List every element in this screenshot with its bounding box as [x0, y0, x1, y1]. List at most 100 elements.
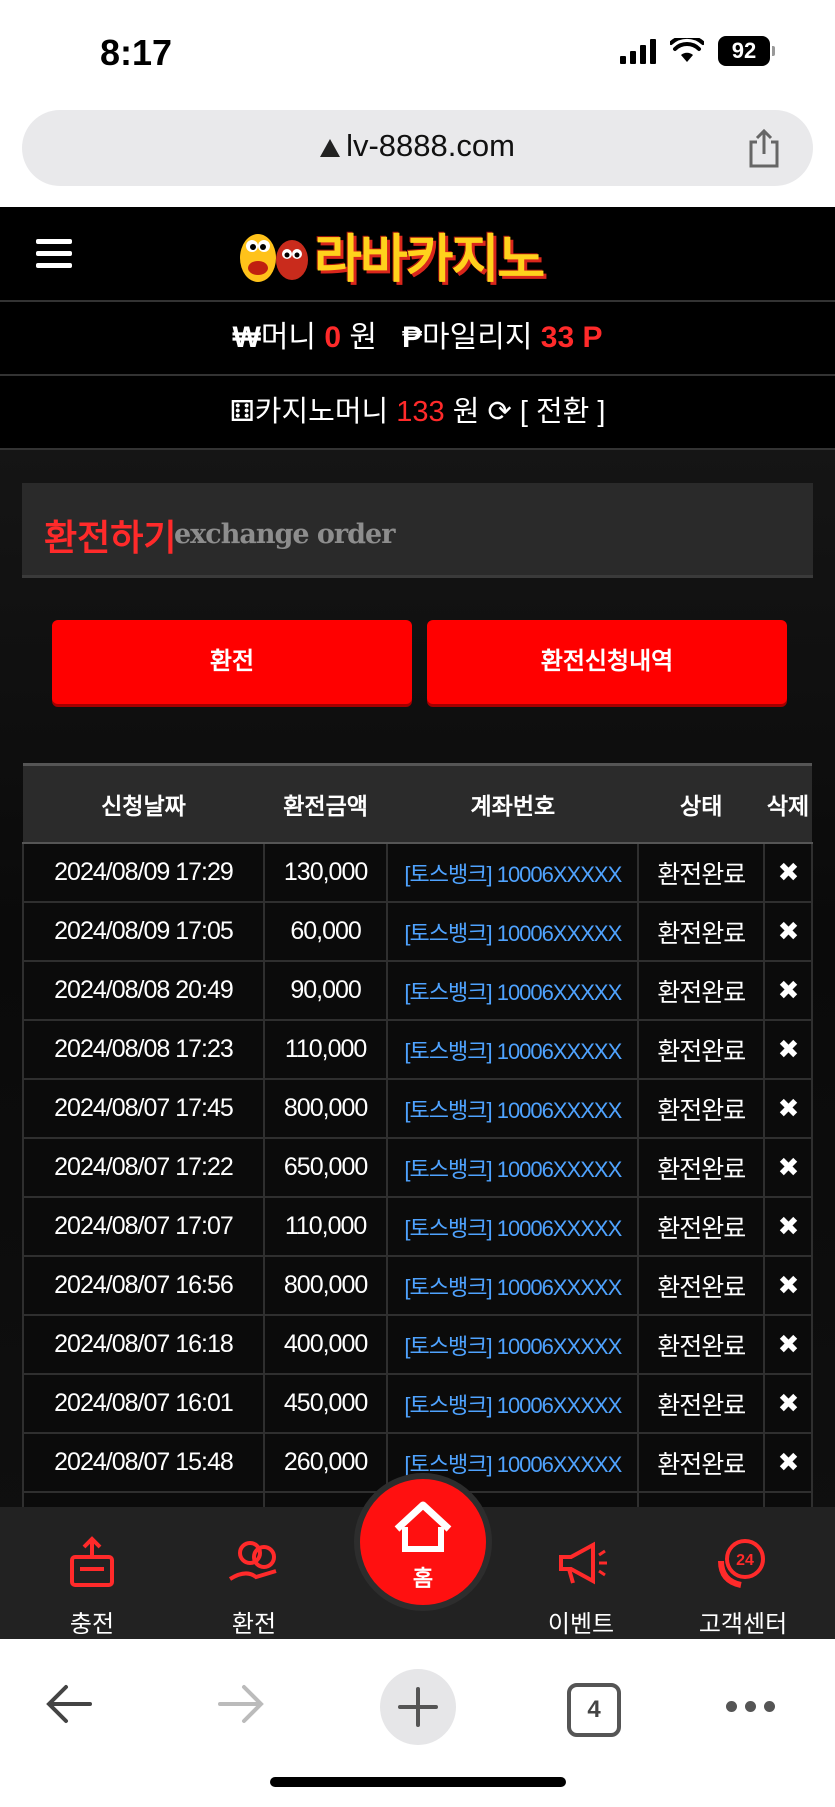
table-row: 2024/08/07 17:07 110,000 [토스뱅크] 10006XXXXX…: [22, 1196, 813, 1257]
plus-icon: [398, 1687, 438, 1727]
warning-icon: [320, 138, 341, 157]
row-delete-icon[interactable]: ✖: [763, 1019, 813, 1080]
deposit-icon: [70, 1536, 114, 1587]
url-display[interactable]: lv-8888.com: [22, 128, 813, 164]
exchange-history-button[interactable]: 환전신청내역: [427, 620, 787, 704]
money-value: 0: [324, 321, 342, 354]
convert-label: [ 전환 ]: [519, 396, 606, 428]
row-amount: 260,000: [262, 1432, 389, 1493]
row-date: 2024/08/07 17:07: [22, 1196, 265, 1257]
megaphone-icon: [559, 1541, 607, 1585]
nav-deposit[interactable]: 충전: [32, 1535, 152, 1639]
nav-support[interactable]: 24 고객센터: [683, 1535, 803, 1639]
table-row: 2024/08/07 16:01 450,000 [토스뱅크] 10006XXXXX…: [22, 1373, 813, 1434]
nav-support-label: 고객센터: [698, 1611, 788, 1638]
row-status: 환전완료: [637, 842, 766, 903]
header-delete: 삭제: [764, 763, 812, 844]
table-row: 2024/08/07 16:18 400,000 [토스뱅크] 10006XXXXX…: [22, 1314, 813, 1375]
row-account: [토스뱅크] 10006XXXXX: [386, 1373, 640, 1434]
row-delete-icon[interactable]: ✖: [763, 1137, 813, 1198]
mileage-value: 33 P: [540, 321, 603, 354]
wifi-icon: [670, 38, 704, 62]
home-icon: [394, 1501, 452, 1552]
table-row: 2024/08/08 17:23 110,000 [토스뱅크] 10006XXXXX…: [22, 1019, 813, 1080]
row-delete-icon[interactable]: ✖: [763, 1432, 813, 1493]
menu-icon[interactable]: [36, 239, 72, 269]
site-content: 라바카지노 ₩머니 0 원 ₱마일리지 33 P ⚅카지노머니 133 원 ⟳ …: [0, 207, 835, 1639]
support-24-icon: 24: [718, 1539, 765, 1588]
nav-event[interactable]: 이벤트: [521, 1535, 641, 1639]
new-tab-button[interactable]: [380, 1669, 456, 1745]
row-amount: 450,000: [262, 1373, 389, 1434]
row-status: 환전완료: [637, 1078, 766, 1139]
nav-exchange-label: 환전: [231, 1611, 277, 1638]
status-icons: 92: [620, 36, 775, 66]
row-amount: 800,000: [262, 1078, 389, 1139]
tabs-button[interactable]: 4: [567, 1683, 621, 1737]
nav-home-button[interactable]: 홈: [354, 1473, 492, 1611]
casino-money-value: 133: [396, 396, 445, 428]
row-account: [토스뱅크] 10006XXXXX: [386, 901, 640, 962]
exchange-panel-header: 환전하기 exchange order: [22, 483, 813, 578]
row-delete-icon[interactable]: ✖: [763, 1078, 813, 1139]
row-amount: 650,000: [262, 1137, 389, 1198]
row-status: 환전완료: [637, 1314, 766, 1375]
row-status: 환전완료: [637, 1255, 766, 1316]
home-indicator: [270, 1777, 566, 1787]
row-amount: 110,000: [262, 1019, 389, 1080]
nav-event-label: 이벤트: [547, 1611, 615, 1638]
row-delete-icon[interactable]: ✖: [763, 1314, 813, 1375]
row-status: 환전완료: [637, 1019, 766, 1080]
more-icon[interactable]: [726, 1701, 775, 1712]
row-delete-icon[interactable]: ✖: [763, 842, 813, 903]
exchange-button[interactable]: 환전: [52, 620, 412, 704]
table-row: 2024/08/09 17:29 130,000 [토스뱅크] 10006XXXXX…: [22, 842, 813, 903]
row-account: [토스뱅크] 10006XXXXX: [386, 1255, 640, 1316]
page-title: 환전하기: [44, 517, 177, 558]
casino-money-unit: 원: [452, 396, 480, 428]
header-account: 계좌번호: [387, 763, 639, 844]
mileage-icon: ₱: [402, 321, 423, 354]
row-account: [토스뱅크] 10006XXXXX: [386, 1019, 640, 1080]
balance-bar: ₩머니 0 원 ₱마일리지 33 P: [0, 302, 835, 376]
logo-text: 라바카지노: [314, 229, 545, 290]
row-amount: 60,000: [262, 901, 389, 962]
back-icon[interactable]: [44, 1683, 94, 1725]
casino-money-label: 카지노머니: [254, 396, 389, 428]
share-icon[interactable]: [745, 128, 783, 168]
header-status: 상태: [638, 763, 765, 844]
status-bar: 8:17 92: [0, 0, 835, 100]
row-status: 환전완료: [637, 1137, 766, 1198]
row-delete-icon[interactable]: ✖: [763, 1373, 813, 1434]
table-row: 2024/08/08 20:49 90,000 [토스뱅크] 10006XXXXX 환…: [22, 960, 813, 1021]
nav-exchange[interactable]: 환전: [194, 1535, 314, 1639]
forward-icon[interactable]: [216, 1683, 266, 1725]
row-date: 2024/08/07 15:48: [22, 1432, 265, 1493]
table-header-row: 신청날짜 환전금액 계좌번호 상태 삭제: [23, 763, 812, 844]
exchange-history-table: 신청날짜 환전금액 계좌번호 상태 삭제 2024/08/09 17:29 130…: [22, 763, 813, 1552]
row-account: [토스뱅크] 10006XXXXX: [386, 1314, 640, 1375]
row-delete-icon[interactable]: ✖: [763, 1255, 813, 1316]
row-delete-icon[interactable]: ✖: [763, 901, 813, 962]
row-amount: 800,000: [262, 1255, 389, 1316]
row-delete-icon[interactable]: ✖: [763, 1196, 813, 1257]
exchange-coin-icon: [228, 1541, 277, 1581]
row-amount: 400,000: [262, 1314, 389, 1375]
row-delete-icon[interactable]: ✖: [763, 960, 813, 1021]
row-date: 2024/08/07 17:22: [22, 1137, 265, 1198]
row-status: 환전완료: [637, 1196, 766, 1257]
row-amount: 130,000: [262, 842, 389, 903]
row-date: 2024/08/08 20:49: [22, 960, 265, 1021]
won-icon: ₩: [232, 321, 261, 354]
row-date: 2024/08/09 17:29: [22, 842, 265, 903]
row-account: [토스뱅크] 10006XXXXX: [386, 1078, 640, 1139]
row-date: 2024/08/09 17:05: [22, 901, 265, 962]
address-bar[interactable]: lv-8888.com: [22, 110, 813, 186]
dice-icon: ⚅: [229, 396, 255, 428]
header-amount: 환전금액: [263, 763, 388, 844]
convert-button[interactable]: ⟳ [ 전환 ]: [487, 396, 605, 428]
site-logo[interactable]: 라바카지노: [230, 221, 610, 290]
row-date: 2024/08/07 16:56: [22, 1255, 265, 1316]
row-date: 2024/08/07 17:45: [22, 1078, 265, 1139]
header-date: 신청날짜: [23, 763, 264, 844]
